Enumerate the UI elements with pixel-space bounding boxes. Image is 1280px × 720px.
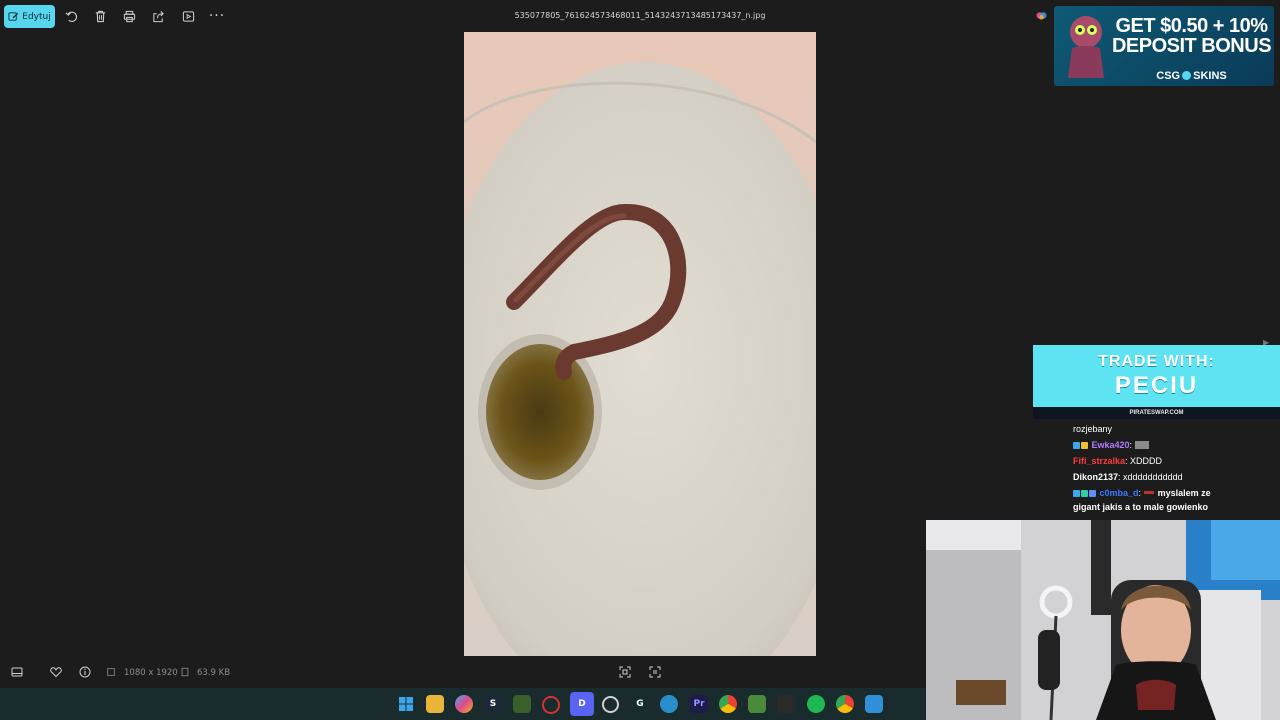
minecraft-icon[interactable] [748,695,766,713]
chat-badge-icon [1081,442,1088,449]
chat-username: Dikon2137 [1073,472,1119,482]
chat-emote-icon [1143,491,1154,494]
edge-icon[interactable] [660,695,678,713]
chat-text: rozjebany [1073,424,1113,434]
file-name: 535077805_761624573468011_51432437134851… [514,11,766,20]
spotify-icon[interactable] [807,695,825,713]
ad-brand-right: SKINS [1193,70,1227,82]
trade-line-2: PECIU [1114,372,1199,399]
image-dimensions: 1080 x 1920 [124,668,178,678]
chat-username: c0mba_d [1099,488,1139,498]
info-icon[interactable] [78,665,92,679]
chat-username: Fifi_strzalka [1073,456,1126,466]
edit-button-label: Edytuj [22,11,51,22]
copilot-app-icon[interactable] [455,695,473,713]
trade-line-1: TRADE WITH: [1098,353,1215,370]
edit-button[interactable]: Edytuj [4,5,55,28]
file-size-icon [180,665,190,679]
print-icon[interactable] [121,8,137,24]
chat-message: Dikon2137: xddddddddddd [1073,469,1273,485]
photo-image [464,32,816,656]
chat-message: Ewka420: [1073,437,1273,453]
app-icon-5[interactable] [513,695,531,713]
chat-username: Ewka420 [1091,440,1130,450]
dimensions-icon [106,665,116,679]
delete-icon[interactable] [92,8,108,24]
logitech-icon[interactable]: G [631,695,649,713]
trade-url: PIRATESWAP.COM [1033,407,1280,419]
steam-icon[interactable]: S [484,695,502,713]
trade-banner: TRADE WITH: PECIU [1033,345,1280,407]
ad-character [1068,16,1104,78]
info-bar: 1080 x 1920 63.9 KB [0,658,926,688]
filmstrip-icon[interactable] [10,665,24,679]
chat-text: : XDDDD [1125,456,1163,466]
fit-to-window-icon[interactable] [618,665,632,679]
chat-message: c0mba_d: myslalem ze [1073,485,1273,501]
stream-chat: rozjebany Ewka420: Fifi_strzalka: XDDDD … [1073,421,1273,513]
ad-headline-2: DEPOSIT BONUS [1111,35,1272,57]
copilot-icon[interactable] [1036,10,1047,21]
chat-message-continued: gigant jakis a to male gowienko [1073,502,1209,512]
chat-text: myslalem ze [1157,488,1211,498]
actual-size-icon[interactable] [648,665,662,679]
chat-message: rozjebany [1073,421,1273,437]
start-icon[interactable] [397,695,415,713]
photos-icon[interactable] [865,695,883,713]
ad-headline-1: GET $0.50 + 10% [1115,15,1268,37]
chat-badge-icon [1073,442,1080,449]
taskbar: S D G Pr [0,688,926,720]
chat-badge-icon [1073,490,1080,497]
opera-icon[interactable] [542,696,560,714]
webcam-feed [926,520,1280,720]
chat-emote-icon [1134,441,1149,449]
share-icon[interactable] [150,8,166,24]
webcam-image [926,520,1280,720]
rotate-icon[interactable] [63,8,79,24]
ad-brand-logo-icon [1182,71,1192,80]
chat-message: Fifi_strzalka: XDDDD [1073,453,1273,469]
file-size: 63.9 KB [197,668,231,678]
chat-badge-icon [1089,490,1096,497]
chrome-icon[interactable] [719,695,737,713]
app-icon-8[interactable] [602,696,619,713]
more-options-icon[interactable]: ··· [209,8,225,24]
edit-icon [8,12,19,21]
premiere-icon[interactable]: Pr [690,695,708,713]
ad-brand-left: CSG [1156,70,1181,82]
chrome-profile-icon[interactable] [836,695,854,713]
chat-badge-icon [1081,490,1088,497]
file-explorer-icon[interactable] [426,695,444,713]
favorite-icon[interactable] [49,665,63,679]
discord-icon[interactable]: D [570,692,594,716]
ad-brand: CSG SKINS [1109,70,1274,82]
chat-text: : xddddddddddd [1118,472,1183,482]
slideshow-icon[interactable] [180,8,196,24]
deposit-bonus-ad: GET $0.50 + 10% DEPOSIT BONUS CSG SKINS [1054,6,1274,86]
photo-view[interactable] [464,32,816,656]
app-icon-14[interactable] [777,695,795,713]
